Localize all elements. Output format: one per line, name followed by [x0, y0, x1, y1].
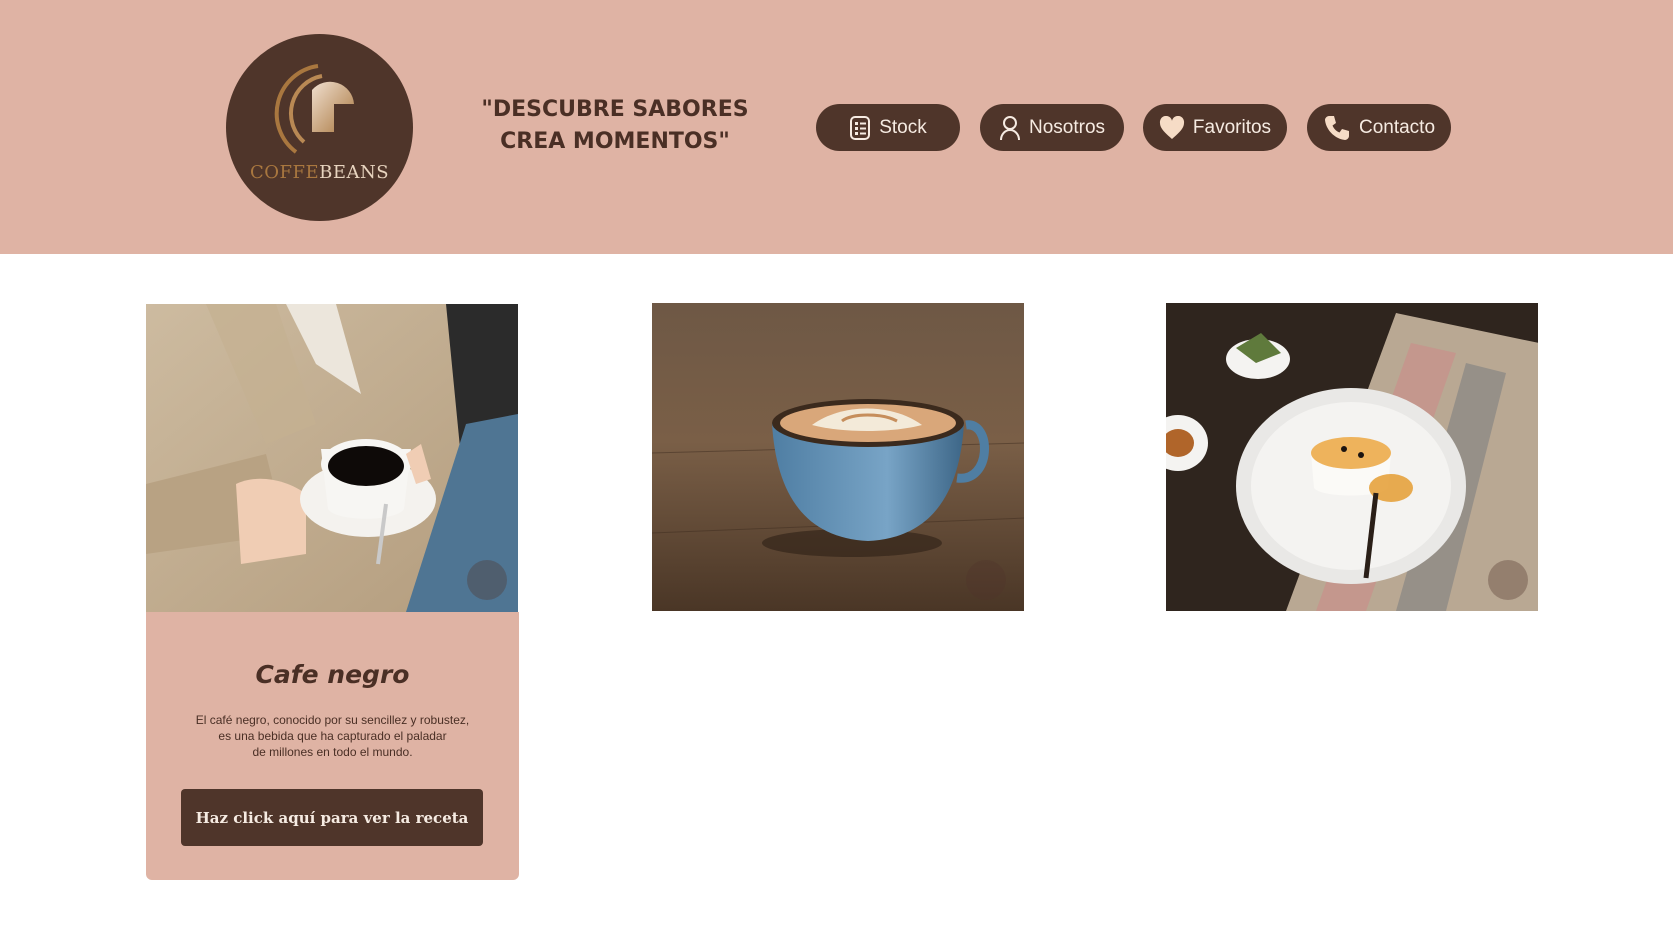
site-header: COFFEBEANS "DESCUBRE SABORES CREA MOMENT… — [0, 0, 1673, 254]
featured-product-card: Cafe negro El café negro, conocido por s… — [146, 612, 519, 880]
latte-art-blue-cup-photo — [652, 303, 1024, 611]
product-image-latte[interactable] — [652, 303, 1024, 611]
view-recipe-button[interactable]: Haz click aquí para ver la receta — [181, 789, 483, 846]
description-line-1: El café negro, conocido por su sencillez… — [195, 713, 470, 727]
nav-favoritos-button[interactable]: Favoritos — [1143, 104, 1287, 151]
phone-icon — [1324, 115, 1349, 140]
dessert-plate-photo — [1166, 303, 1538, 611]
user-icon — [999, 115, 1020, 140]
coffee-beans-logo[interactable]: COFFEBEANS — [226, 34, 413, 221]
nav-stock-button[interactable]: Stock — [816, 104, 960, 151]
nav-stock-label: Stock — [879, 116, 927, 138]
list-icon — [850, 115, 871, 140]
nav-favoritos-label: Favoritos — [1192, 116, 1272, 138]
nav-nosotros-label: Nosotros — [1028, 116, 1106, 138]
product-image-black-coffee[interactable] — [146, 304, 518, 612]
nav-contacto-button[interactable]: Contacto — [1307, 104, 1451, 151]
slogan: "DESCUBRE SABORES CREA MOMENTOS" — [468, 94, 762, 158]
logo-mark-icon — [274, 64, 354, 154]
product-description: El café negro, conocido por su sencillez… — [186, 712, 479, 760]
nav-nosotros-button[interactable]: Nosotros — [980, 104, 1124, 151]
slogan-line-2: CREA MOMENTOS" — [500, 129, 730, 154]
product-image-dessert[interactable] — [1166, 303, 1538, 611]
product-title: Cafe negro — [255, 660, 410, 689]
description-line-3: de millones en todo el mundo. — [252, 745, 413, 759]
slogan-line-1: "DESCUBRE SABORES — [481, 97, 749, 122]
heart-icon — [1159, 115, 1184, 139]
logo-wordmark: COFFEBEANS — [249, 162, 390, 183]
description-line-2: es una bebida que ha capturado el palada… — [218, 729, 447, 743]
nav-contacto-label: Contacto — [1358, 116, 1436, 138]
black-coffee-cup-photo — [146, 304, 518, 612]
